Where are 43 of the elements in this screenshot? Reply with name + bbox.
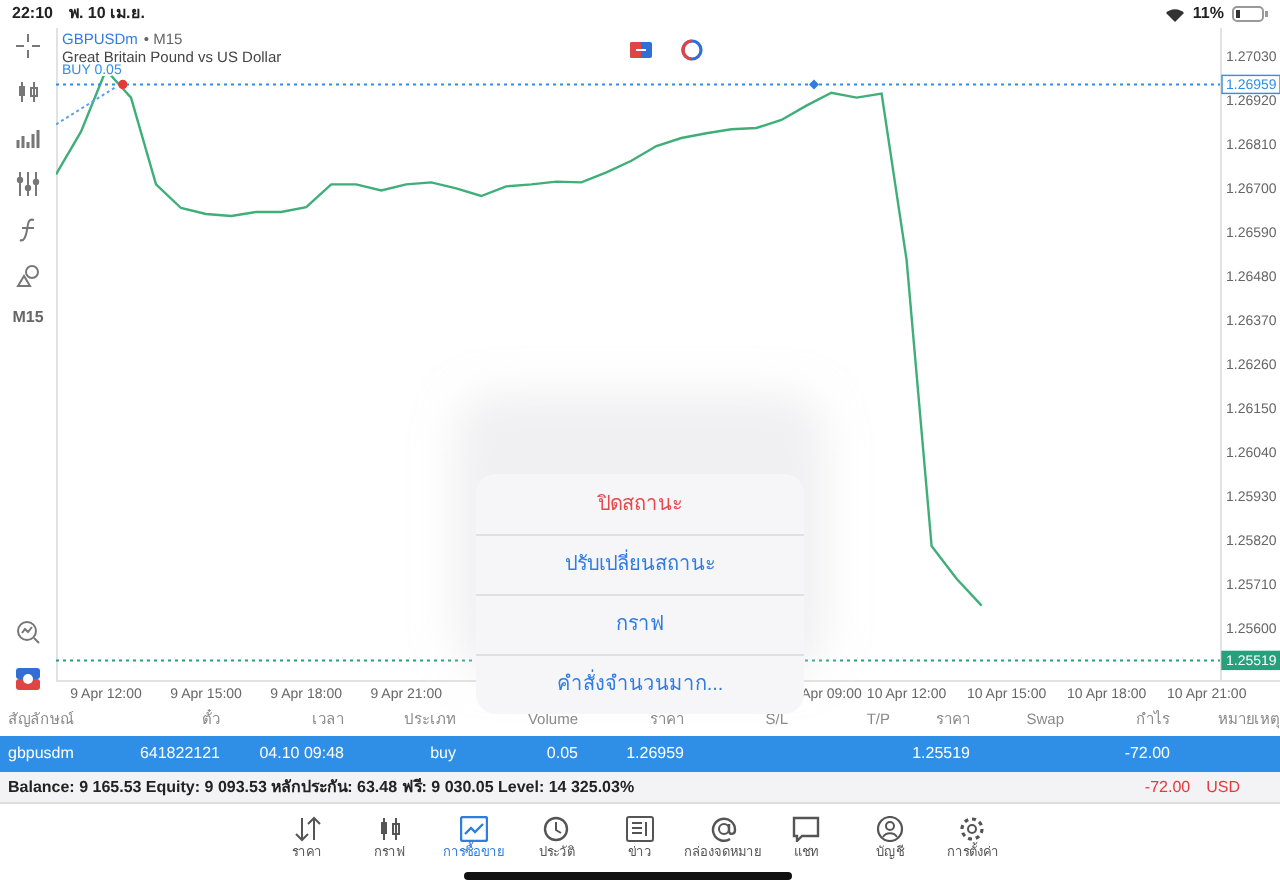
status-date: พ. 10 เม.ย. xyxy=(68,2,145,26)
newspaper-icon xyxy=(626,816,654,842)
entry-line xyxy=(56,85,118,126)
at-sign-icon xyxy=(709,816,738,842)
table-cell-text: 1.25519 xyxy=(910,742,970,766)
table-cell-text: 04.10 09:48 xyxy=(257,742,344,766)
total-profit: -72.00 xyxy=(1144,775,1191,799)
table-cell-text: -72.00 xyxy=(1122,742,1170,766)
chart-search-icon[interactable] xyxy=(16,620,40,644)
function-icon[interactable] xyxy=(16,218,40,242)
shapes-icon[interactable] xyxy=(16,264,40,288)
table-cell-text: 1.26959 xyxy=(624,742,684,766)
menu-item[interactable]: ปิดสถานะ xyxy=(476,474,804,534)
table-cell-text: buy xyxy=(428,742,456,766)
account-summary: Balance: 9 165.53 Equity: 9 093.53 หลักประกัน: 63.48 ฟรี: 9 030.05 Level: 14 325.03% xyxy=(8,775,635,799)
timeframe-label[interactable]: M15 xyxy=(12,306,44,330)
entry-dot xyxy=(118,79,128,89)
candlestick-icon[interactable] xyxy=(16,80,40,104)
settings-icon xyxy=(958,816,987,842)
candlestick-icon xyxy=(376,816,405,842)
app-logo-icon[interactable] xyxy=(16,668,40,690)
table-cell-text: 641822121 xyxy=(137,742,220,766)
chat-bubble-icon xyxy=(792,816,821,842)
bar-chart-icon[interactable] xyxy=(16,126,40,150)
menu-item[interactable]: คำสั่งจำนวนมาก... xyxy=(476,654,804,714)
clock-icon xyxy=(542,816,571,842)
clock-time: 22:10 xyxy=(12,2,53,26)
table-cell-text: gbpusdm xyxy=(6,742,76,766)
menu-item[interactable]: ปรับเปลี่ยนสถานะ xyxy=(476,534,804,594)
up-down-arrows-icon xyxy=(293,816,322,842)
currency-label: USD xyxy=(1206,775,1240,799)
trade-marker xyxy=(809,79,819,90)
line-chart-icon xyxy=(459,816,488,842)
trade-toggle-icon[interactable] xyxy=(681,39,703,61)
wifi-icon xyxy=(1166,7,1185,21)
one-click-icon[interactable] xyxy=(630,42,652,58)
battery-percent: 11% xyxy=(1192,2,1224,26)
sliders-icon[interactable] xyxy=(16,172,40,196)
battery-icon xyxy=(1232,6,1268,22)
crosshair-icon[interactable] xyxy=(16,34,40,58)
user-icon xyxy=(875,816,904,842)
menu-item[interactable]: กราฟ xyxy=(476,594,804,654)
table-cell-text: 0.05 xyxy=(544,742,578,766)
